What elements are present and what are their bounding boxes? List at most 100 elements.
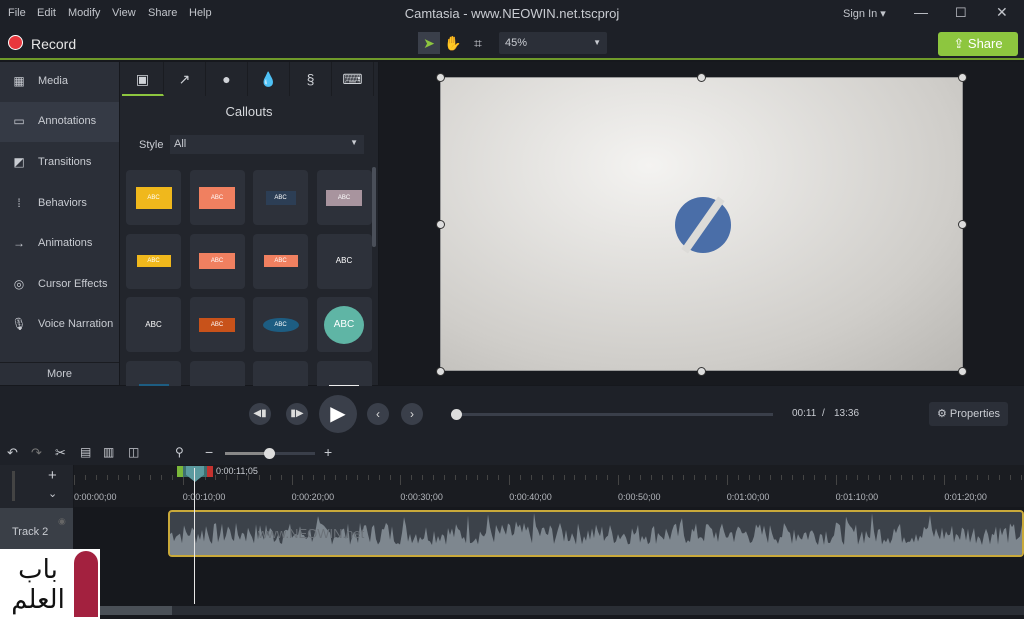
scrubber-handle[interactable] [451,409,462,420]
scrollbar-thumb[interactable] [100,606,172,615]
upload-icon: ⇪ [953,36,968,51]
resize-handle[interactable] [958,73,967,82]
chevron-down-icon: ▼ [593,32,601,54]
next-icon[interactable]: › [401,403,423,425]
resize-handle[interactable] [697,367,706,376]
undo-icon[interactable]: ↶ [7,445,18,461]
current-time: 00:11 [792,408,816,419]
watermark-logo: باب العلم [0,549,100,619]
playhead-line [194,468,195,604]
add-track-icon[interactable]: + [48,467,57,484]
select-tool-icon[interactable]: ➤ [418,32,440,54]
label: Animations [38,237,92,249]
properties-label: Properties [950,408,1000,420]
step-back-icon[interactable]: ◀▮ [249,403,271,425]
sidebar-item-animations[interactable]: → Animations [0,224,119,264]
callout-icon: ▭ [11,114,27,128]
callout-shape: ABC [326,190,362,206]
ruler-label: 0:01:20;00 [944,492,987,502]
tab-blur[interactable]: 💧 [248,62,290,96]
callout-shape: ABC [324,306,364,344]
callout-tile[interactable]: ABC [317,297,372,352]
time-separator: / [822,408,825,419]
callout-tile[interactable]: ABC [190,170,245,225]
callout-tile[interactable]: ABC [126,170,181,225]
callout-tile[interactable]: ABC [190,297,245,352]
zoom-dropdown[interactable]: 45% ▼ [499,32,607,54]
record-button[interactable]: Record [31,36,76,52]
record-icon[interactable] [8,35,23,50]
sidebar-item-annotations[interactable]: ▭ Annotations [0,102,119,142]
resize-handle[interactable] [958,367,967,376]
zoom-out-icon[interactable]: − [205,444,213,460]
panel-title: Callouts [120,104,378,119]
timeline-toolbar: ↶ ↷ ✂ ▤ ▥ ◫ ⚲ − + [0,442,1024,465]
tab-arrows[interactable]: ↗ [164,62,206,96]
previous-icon[interactable]: ‹ [367,403,389,425]
drop-icon: 💧 [260,71,277,87]
media-clip[interactable]: www.NEOWIN.net [168,510,1024,557]
play-icon[interactable]: ▶ [319,395,357,433]
transition-icon: ◩ [11,155,27,169]
panel-scrollbar[interactable] [372,167,376,247]
close-icon[interactable]: ✕ [996,4,1008,21]
callout-shape: ABC [263,318,299,332]
sidebar-item-voice-narration[interactable]: 🎙 Voice Narration [0,305,119,345]
label: Voice Narration [38,318,113,330]
paste-icon[interactable]: ▥ [103,445,114,459]
sidebar-item-cursor-effects[interactable]: ◎ Cursor Effects [0,265,119,305]
style-dropdown[interactable]: All ▼ [170,135,364,154]
maximize-icon[interactable]: ☐ [955,5,967,21]
sidebar-item-transitions[interactable]: ◩ Transitions [0,143,119,183]
tab-sketch[interactable]: § [290,62,332,96]
tab-callouts[interactable]: ▣ [122,62,164,96]
style-label: Style [139,139,163,151]
timeline-scrollbar[interactable] [100,606,1024,615]
cut-icon[interactable]: ✂ [55,445,66,461]
share-button[interactable]: ⇪ Share [938,32,1018,56]
scrubber[interactable] [452,413,773,416]
crop-tool-icon[interactable]: ⌗ [467,32,489,54]
resize-handle[interactable] [436,73,445,82]
collapse-icon[interactable]: ⌄ [48,487,57,500]
animation-icon: → [11,236,27,250]
zoom-slider-handle[interactable] [264,448,275,459]
zoom-in-icon[interactable]: + [324,444,332,460]
more-button[interactable]: More [0,362,119,385]
callout-shape: ABC [199,187,235,209]
callout-tile[interactable]: ABC [126,234,181,289]
minimize-icon[interactable]: — [914,4,928,20]
redo-icon[interactable]: ↷ [31,445,42,461]
callout-tile[interactable]: ABC [253,170,308,225]
callout-tile[interactable]: ABC [253,234,308,289]
callout-tile[interactable]: ABC [253,297,308,352]
pan-tool-icon[interactable]: ✋ [442,32,464,54]
neowin-logo [675,197,731,253]
video-preview[interactable] [440,77,963,371]
resize-handle[interactable] [697,73,706,82]
clip-watermark: www.NEOWIN.net [258,526,364,541]
callout-tile[interactable]: ABC [317,234,372,289]
tab-shapes[interactable]: ● [206,62,248,96]
callout-tile[interactable]: ABC [126,297,181,352]
track-height-slider[interactable] [12,471,15,501]
ruler-label: 0:00:50;00 [618,492,661,502]
resize-handle[interactable] [436,367,445,376]
resize-handle[interactable] [958,220,967,229]
sidebar-item-media[interactable]: ▦ Media [0,62,119,102]
resize-handle[interactable] [436,220,445,229]
properties-button[interactable]: ⚙ Properties [929,402,1008,426]
total-time: 13:36 [834,408,859,419]
tab-keystroke[interactable]: ⌨ [332,62,374,96]
keyboard-icon: ⌨ [342,71,362,87]
toolbar: Record ➤ ✋ ⌗ 45% ▼ ⇪ Share [0,27,1024,60]
callout-tile[interactable]: ABC [190,234,245,289]
split-icon[interactable]: ◫ [128,445,139,459]
callout-tile[interactable]: ABC [317,170,372,225]
track-label: Track 2 [12,526,48,538]
sidebar-item-behaviors[interactable]: ⁞ Behaviors [0,184,119,224]
eye-icon[interactable]: ◉ [58,516,66,527]
copy-icon[interactable]: ▤ [80,445,91,459]
sign-in-button[interactable]: Sign In ▾ [843,7,886,20]
step-forward-icon[interactable]: ▮▶ [286,403,308,425]
